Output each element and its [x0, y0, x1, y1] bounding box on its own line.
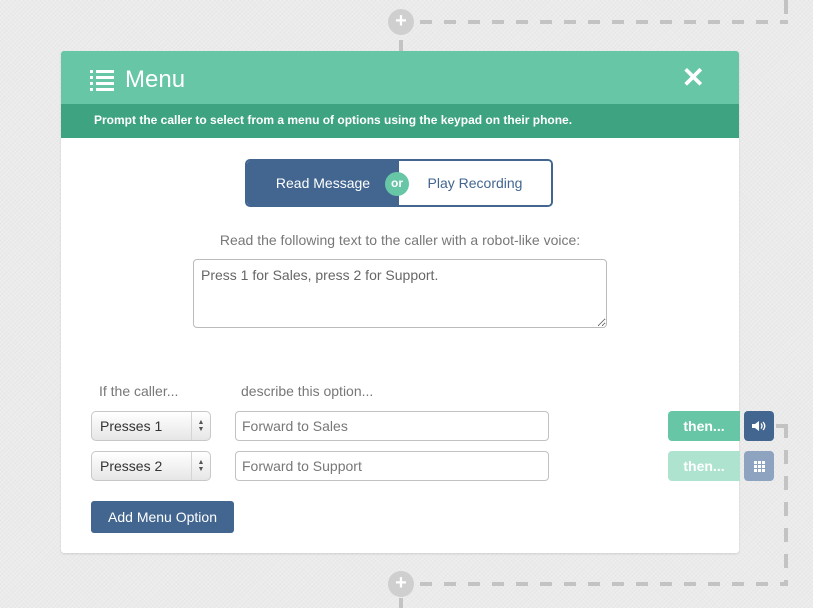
close-icon[interactable]: ✕ — [682, 64, 705, 92]
connector-right-vertical — [784, 424, 788, 586]
caller-column-label: If the caller... — [99, 383, 179, 399]
option-description-input-2[interactable] — [235, 451, 549, 481]
panel-header: Menu ✕ — [61, 51, 739, 104]
read-message-option[interactable]: Read Message — [247, 161, 399, 205]
connector-top-right-vertical — [784, 0, 788, 22]
keypress-select-2[interactable]: Presses 2 ▲ ▼ — [91, 451, 211, 481]
panel-subtitle: Prompt the caller to select from a menu … — [61, 104, 739, 138]
list-icon — [90, 70, 114, 91]
message-textarea[interactable]: Press 1 for Sales, press 2 for Support. — [193, 259, 607, 328]
add-menu-option-button[interactable]: Add Menu Option — [91, 501, 234, 533]
connector-top-horizontal — [420, 20, 788, 24]
select-arrows-icon: ▲ ▼ — [191, 452, 210, 480]
select-arrows-icon: ▲ ▼ — [191, 412, 210, 440]
plus-icon: + — [395, 572, 407, 594]
option-description-input-1[interactable] — [235, 411, 549, 441]
message-label: Read the following text to the caller wi… — [219, 232, 581, 248]
or-badge: or — [385, 172, 409, 196]
keypress-select-1[interactable]: Presses 1 ▲ ▼ — [91, 411, 211, 441]
connector-bottom-stem — [399, 598, 403, 608]
add-step-node-bottom[interactable]: + — [388, 571, 414, 597]
keypad-icon[interactable] — [744, 451, 774, 481]
connector-top-stem — [399, 40, 403, 51]
panel-title: Menu — [125, 66, 186, 93]
then-button-2[interactable]: then... — [668, 451, 740, 481]
play-recording-option[interactable]: Play Recording — [399, 161, 551, 205]
keypress-select-value: Presses 1 — [100, 418, 163, 434]
keypress-select-value: Presses 2 — [100, 458, 163, 474]
menu-step-panel: Menu ✕ Prompt the caller to select from … — [61, 51, 739, 553]
add-step-node-top[interactable]: + — [388, 9, 414, 35]
description-column-label: describe this option... — [241, 383, 374, 399]
connector-bottom-horizontal — [420, 582, 788, 586]
speaker-icon[interactable] — [744, 411, 774, 441]
then-button-1[interactable]: then... — [668, 411, 740, 441]
plus-icon: + — [395, 10, 407, 32]
